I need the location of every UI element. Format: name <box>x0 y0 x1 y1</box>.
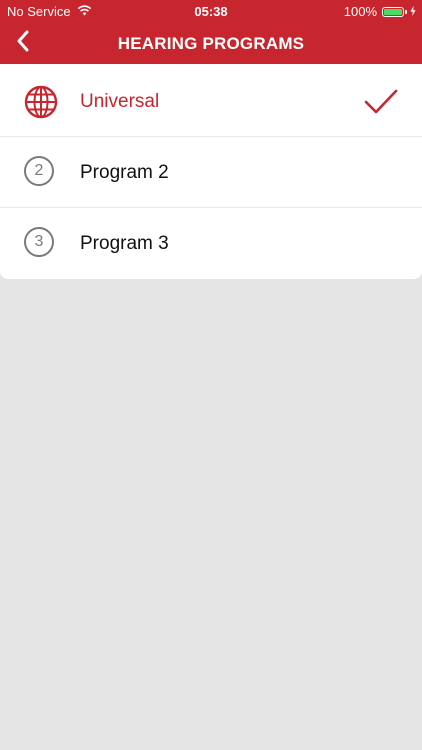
program-label: Program 3 <box>80 233 169 254</box>
globe-icon <box>24 85 58 119</box>
charging-bolt-icon <box>410 4 416 19</box>
status-bar: No Service 05:38 100% <box>0 0 422 22</box>
page-title: HEARING PROGRAMS <box>117 34 305 53</box>
program-list: Universal 2 Program 2 3 Program 3 <box>0 64 422 279</box>
checkmark-icon <box>364 87 398 117</box>
battery-nub <box>405 9 407 14</box>
program-label: Universal <box>80 91 160 112</box>
program-label: Program 2 <box>80 162 169 183</box>
number-3-icon: 3 <box>24 227 58 261</box>
nav-bar: HEARING PROGRAMS <box>0 22 422 64</box>
battery-percent: 100% <box>343 4 377 19</box>
status-right: 100% <box>344 4 416 19</box>
program-row-universal[interactable]: Universal <box>0 66 422 137</box>
battery-icon <box>382 6 404 17</box>
header: No Service 05:38 100% HEARING PROGRAMS <box>0 0 422 64</box>
number-2-icon: 2 <box>24 156 58 190</box>
program-row-3[interactable]: 3 Program 3 <box>0 208 422 279</box>
program-row-2[interactable]: 2 Program 2 <box>0 137 422 208</box>
